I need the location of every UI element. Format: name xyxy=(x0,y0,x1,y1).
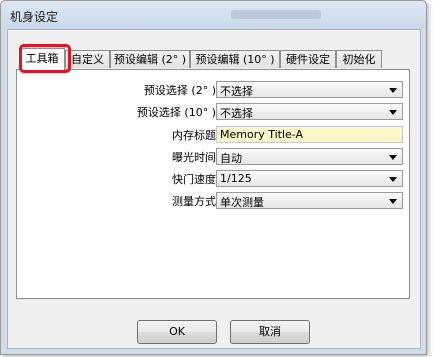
tab-custom[interactable]: 自定义 xyxy=(65,50,110,68)
tab-initialize[interactable]: 初始化 xyxy=(336,50,382,68)
dropdown-value: 1/125 xyxy=(220,172,252,185)
tab-strip: 工具箱 自定义 预设编辑 (2° ) 预设编辑 (10° ) 硬件设定 初始化 xyxy=(16,48,411,70)
ok-button[interactable]: OK xyxy=(137,320,217,344)
dialog-button-bar: OK 取消 xyxy=(16,311,410,344)
form-row-preset-2: 预设选择 (2° ) 不选择 xyxy=(17,80,411,100)
tab-preset-edit-10[interactable]: 预设编辑 (10° ) xyxy=(190,50,280,68)
settings-window: 机身设定 工具箱 自定义 预设编辑 (2° ) 预设编辑 (10° ) 硬件设定… xyxy=(0,0,427,355)
preset-select-2-dropdown[interactable]: 不选择 xyxy=(216,81,403,98)
shutter-speed-dropdown[interactable]: 1/125 xyxy=(216,170,403,187)
toolbox-panel: 预设选择 (2° ) 不选择 预设选择 (10° ) 不选择 内存标题 Memo… xyxy=(16,69,410,299)
dropdown-value: 不选择 xyxy=(220,85,253,98)
dropdown-arrow-icon xyxy=(389,110,397,115)
exposure-time-label: 曝光时间 xyxy=(172,151,216,164)
shutter-speed-label: 快门速度 xyxy=(172,173,216,186)
preset-select-10-label: 预设选择 (10° ) xyxy=(136,106,216,119)
dropdown-arrow-icon xyxy=(389,88,397,93)
exposure-time-dropdown[interactable]: 自动 xyxy=(216,148,403,165)
preset-select-10-dropdown[interactable]: 不选择 xyxy=(216,103,403,120)
memory-title-label: 内存标题 xyxy=(172,129,216,142)
dialog-client-area: 工具箱 自定义 预设编辑 (2° ) 预设编辑 (10° ) 硬件设定 初始化 … xyxy=(7,29,421,349)
dropdown-arrow-icon xyxy=(389,177,397,182)
cancel-button[interactable]: 取消 xyxy=(230,320,310,344)
dropdown-value: 自动 xyxy=(220,152,242,165)
form-row-exposure-time: 曝光时间 自动 xyxy=(17,147,411,167)
measurement-mode-label: 测量方式 xyxy=(172,195,216,208)
blurred-title-region xyxy=(231,10,321,19)
memory-title-field[interactable]: Memory Title-A xyxy=(216,126,403,143)
dropdown-arrow-icon xyxy=(389,199,397,204)
dropdown-value: 不选择 xyxy=(220,107,253,120)
window-title: 机身设定 xyxy=(10,10,59,24)
dropdown-arrow-icon xyxy=(389,155,397,160)
preset-select-2-label: 预设选择 (2° ) xyxy=(143,84,216,97)
tab-highlight-annotation xyxy=(19,44,71,73)
form-row-shutter-speed: 快门速度 1/125 xyxy=(17,169,411,189)
memory-title-value: Memory Title-A xyxy=(220,128,304,141)
form-row-preset-10: 预设选择 (10° ) 不选择 xyxy=(17,102,411,122)
title-bar[interactable]: 机身设定 xyxy=(1,1,426,29)
form-row-memory-title: 内存标题 Memory Title-A xyxy=(17,125,411,145)
tab-preset-edit-2[interactable]: 预设编辑 (2° ) xyxy=(110,50,190,68)
tab-hardware-settings[interactable]: 硬件设定 xyxy=(280,50,336,68)
form-row-measurement-mode: 测量方式 单次测量 xyxy=(17,191,411,211)
dropdown-value: 单次测量 xyxy=(220,196,264,209)
measurement-mode-dropdown[interactable]: 单次测量 xyxy=(216,192,403,209)
